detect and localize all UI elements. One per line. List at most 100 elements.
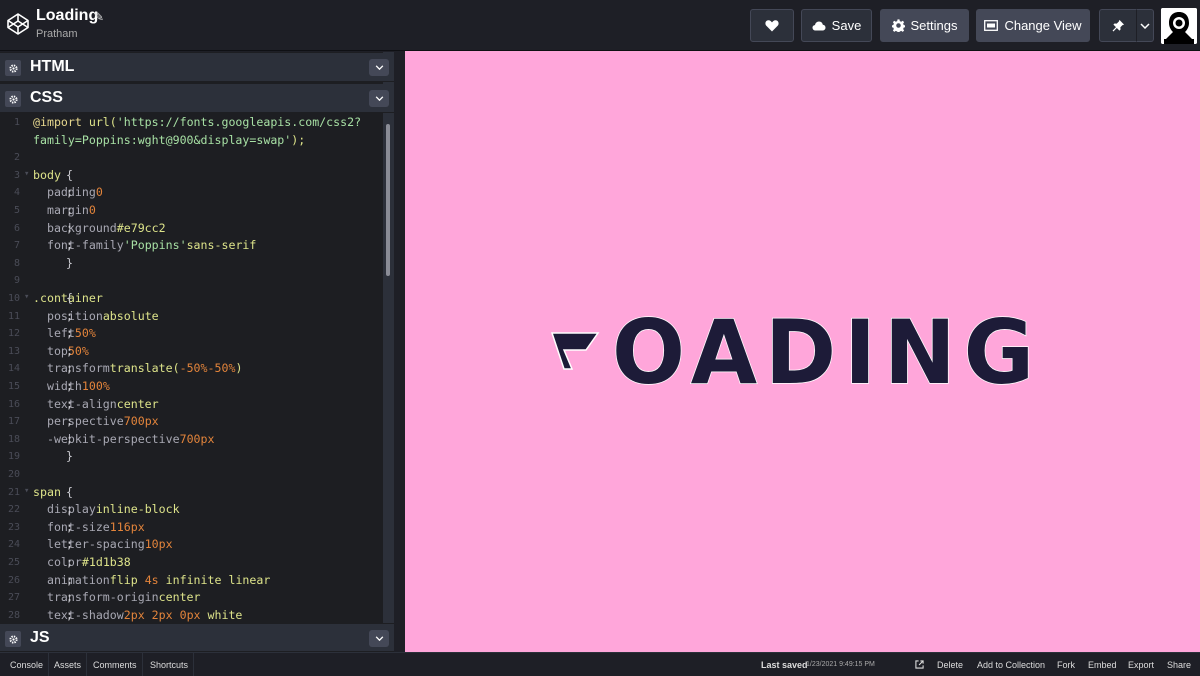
- pin-dropdown-button[interactable]: [1136, 9, 1154, 42]
- html-collapse-chevron-down-icon[interactable]: [369, 59, 389, 76]
- save-button[interactable]: Save: [801, 9, 872, 42]
- avatar[interactable]: [1161, 8, 1197, 44]
- html-panel-header[interactable]: HTML: [0, 53, 394, 82]
- settings-label: Settings: [910, 18, 958, 33]
- open-external-icon[interactable]: [915, 653, 924, 676]
- code-line[interactable]: family=Poppins:wght@900&display=swap');: [0, 133, 383, 151]
- embed-button[interactable]: Embed: [1088, 653, 1117, 676]
- code-line[interactable]: 8}: [0, 256, 383, 274]
- code-text: top: 50%;: [33, 343, 89, 358]
- author-name[interactable]: Pratham: [36, 28, 78, 40]
- css-collapse-chevron-down-icon[interactable]: [369, 90, 389, 107]
- code-text: body {: [33, 167, 73, 182]
- line-number: 5: [13, 205, 20, 216]
- like-button[interactable]: [750, 9, 794, 42]
- css-code-editor[interactable]: 1 @import url('https://fonts.googleapis.c…: [0, 113, 383, 623]
- code-line[interactable]: 12 left: 50%;: [0, 326, 383, 344]
- code-line[interactable]: 9: [0, 273, 383, 291]
- loading-animation-text: OADING: [550, 316, 1035, 392]
- comments-button[interactable]: Comments: [88, 653, 143, 676]
- code-line[interactable]: 26 animation: flip 4s infinite linear;: [0, 573, 383, 591]
- js-panel-header[interactable]: JS: [0, 623, 394, 652]
- line-number: 21: [7, 486, 20, 498]
- flipping-letter-l: [550, 332, 600, 370]
- code-line[interactable]: 6 background: #e79cc2;: [0, 221, 383, 239]
- code-text: transform-origin: center;: [33, 590, 201, 605]
- fold-toggle-icon[interactable]: ▾: [24, 169, 29, 179]
- js-settings-gear-icon[interactable]: [5, 631, 21, 647]
- cloud-icon: [812, 21, 826, 30]
- fold-toggle-icon[interactable]: ▾: [24, 292, 29, 302]
- heart-icon: [765, 20, 779, 32]
- css-panel-header[interactable]: CSS: [0, 84, 394, 113]
- code-line[interactable]: 14 transform: translate(-50%, -50%);: [0, 361, 383, 379]
- code-line[interactable]: 24 letter-spacing: 10px;: [0, 537, 383, 555]
- code-line[interactable]: 10 ▾ .container {: [0, 291, 383, 309]
- code-text: .container {: [33, 291, 110, 305]
- code-line[interactable]: 13 top: 50%;: [0, 344, 383, 362]
- footer-bar: Console Assets Comments Shortcuts Last s…: [0, 652, 1200, 676]
- code-text: margin: 0;: [33, 203, 96, 217]
- line-number: 16: [7, 398, 20, 410]
- code-line[interactable]: 4 padding: 0;: [0, 185, 383, 203]
- code-line[interactable]: 15 width: 100%;: [0, 379, 383, 397]
- code-line[interactable]: 23 font-size: 116px;: [0, 520, 383, 538]
- code-line[interactable]: 11 position: absolute;: [0, 309, 383, 327]
- code-line[interactable]: 21 ▾ span {: [0, 485, 383, 503]
- codepen-logo-icon[interactable]: [6, 12, 30, 36]
- change-view-button[interactable]: Change View: [976, 9, 1090, 42]
- fork-button[interactable]: Fork: [1057, 653, 1075, 676]
- line-number: 18: [7, 433, 20, 445]
- code-line[interactable]: 18 -webkit-perspective: 700px;: [0, 432, 383, 450]
- line-number: 13: [7, 345, 20, 357]
- css-panel-title: CSS: [30, 89, 63, 106]
- code-line[interactable]: 28 text-shadow: 2px 2px 0px white;: [0, 608, 383, 623]
- code-text: -webkit-perspective: 700px;: [33, 431, 215, 446]
- line-number: 3: [13, 169, 20, 181]
- pen-title[interactable]: Loading: [36, 7, 98, 25]
- editor-scrollbar[interactable]: [386, 124, 390, 276]
- code-line[interactable]: 1 @import url('https://fonts.googleapis.c…: [0, 115, 383, 133]
- share-button[interactable]: Share: [1167, 653, 1191, 676]
- assets-button[interactable]: Assets: [49, 653, 88, 676]
- css-settings-gear-icon[interactable]: [5, 91, 21, 107]
- line-number: 7: [13, 240, 20, 252]
- code-text: transform: translate(-50%, -50%);: [33, 361, 243, 376]
- change-view-label: Change View: [1004, 18, 1082, 33]
- edit-title-pencil-icon[interactable]: ✎: [94, 10, 104, 24]
- code-line[interactable]: 25 color: #1d1b38;: [0, 555, 383, 573]
- code-line[interactable]: 17 perspective: 700px;: [0, 414, 383, 432]
- settings-button[interactable]: Settings: [880, 9, 969, 42]
- pin-icon: [1112, 19, 1124, 32]
- code-line[interactable]: 20: [0, 467, 383, 485]
- code-line[interactable]: 2: [0, 150, 383, 168]
- line-number: 2: [13, 152, 20, 164]
- fold-toggle-icon[interactable]: ▾: [24, 486, 29, 496]
- code-line[interactable]: 3 ▾ body {: [0, 168, 383, 186]
- html-panel-title: HTML: [30, 58, 75, 75]
- code-line[interactable]: 5 margin: 0;: [0, 203, 383, 221]
- pin-button[interactable]: [1099, 9, 1137, 42]
- code-text: padding: 0;: [33, 185, 103, 200]
- export-button[interactable]: Export: [1128, 653, 1154, 676]
- code-line[interactable]: 16 text-align: center;: [0, 397, 383, 415]
- line-number: 25: [7, 557, 20, 568]
- line-number: 10: [7, 293, 20, 304]
- code-line[interactable]: 27 transform-origin: center;: [0, 590, 383, 608]
- code-text: @import url('https://fonts.googleapis.co…: [33, 115, 362, 129]
- delete-button[interactable]: Delete: [937, 653, 963, 676]
- add-to-collection-button[interactable]: Add to Collection: [977, 653, 1045, 676]
- code-line[interactable]: 22 display: inline-block;: [0, 502, 383, 520]
- js-collapse-chevron-down-icon[interactable]: [369, 630, 389, 647]
- code-text: font-family: 'Poppins', sans-serif;: [33, 238, 257, 253]
- code-text: perspective: 700px;: [33, 414, 159, 429]
- code-line[interactable]: 7 font-family: 'Poppins', sans-serif;: [0, 238, 383, 256]
- line-number: 15: [7, 381, 20, 392]
- js-panel-title: JS: [30, 629, 50, 646]
- line-number: 28: [7, 609, 20, 621]
- code-line[interactable]: 19}: [0, 449, 383, 467]
- console-button[interactable]: Console: [5, 653, 50, 676]
- shortcuts-button[interactable]: Shortcuts: [145, 653, 195, 676]
- html-settings-gear-icon[interactable]: [5, 60, 21, 76]
- line-number: 26: [7, 574, 20, 586]
